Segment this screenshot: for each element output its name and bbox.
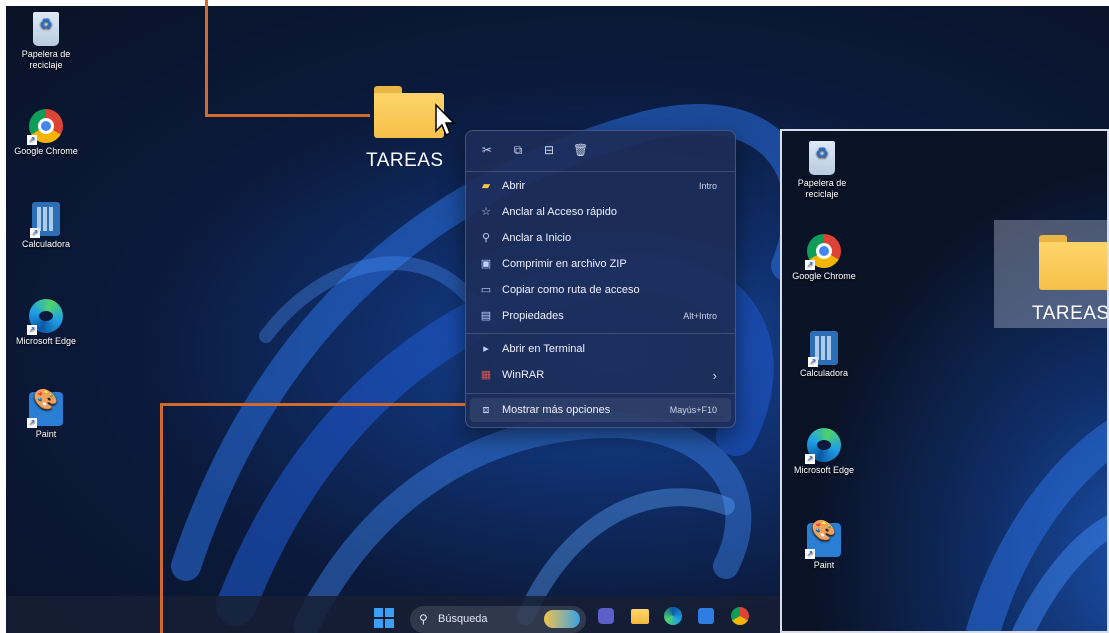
properties-icon: ▤: [480, 310, 492, 322]
context-menu: ✂ ⧉ ⊟ 🗑 ▰ Abrir Intro ☆ Anclar al Acceso…: [465, 130, 736, 428]
taskbar-search-box[interactable]: ⚲ Búsqueda: [410, 606, 586, 633]
shortcut-arrow-icon: ↗: [27, 135, 37, 145]
chrome-icon[interactable]: [731, 607, 749, 625]
teams-icon[interactable]: [598, 608, 614, 624]
menu-item-shortcut: Alt+Intro: [683, 311, 717, 321]
menu-item-copiar-ruta[interactable]: ▭ Copiar como ruta de acceso: [470, 278, 731, 302]
more-options-icon: ⧈: [482, 404, 490, 416]
desktop-icon-label: Papelera de reciclaje: [21, 49, 71, 70]
star-icon: ☆: [481, 206, 491, 218]
search-icon: ⚲: [419, 612, 428, 626]
menu-item-anclar-inicio[interactable]: ⚲ Anclar a Inicio: [470, 226, 731, 250]
menu-item-label: Mostrar más opciones: [502, 404, 611, 416]
chrome-icon: ↗: [27, 109, 63, 145]
desktop-icon-label: Google Chrome: [14, 146, 78, 156]
menu-item-label: WinRAR: [502, 369, 545, 381]
menu-item-anclar-acceso-rapido[interactable]: ☆ Anclar al Acceso rápido: [470, 200, 731, 224]
menu-item-abrir[interactable]: ▰ Abrir Intro: [470, 174, 731, 198]
menu-item-propiedades[interactable]: ▤ Propiedades Alt+Intro: [470, 304, 731, 328]
inset-desktop-view: TAREAS Papelera de reciclaje ↗ Google Ch…: [780, 129, 1109, 633]
desktop-icon-chrome[interactable]: ↗ Google Chrome: [6, 109, 86, 157]
calculator-icon: ↗: [30, 202, 60, 238]
rename-icon[interactable]: ⊟: [542, 143, 556, 157]
desktop-icon-paint[interactable]: ↗ Paint: [6, 392, 86, 440]
folder-open-icon: ▰: [481, 180, 491, 192]
search-placeholder: Búsqueda: [438, 613, 488, 625]
menu-item-winrar[interactable]: ▦ WinRAR ›: [470, 363, 731, 387]
terminal-icon: ▸: [483, 343, 489, 355]
menu-divider: [466, 171, 735, 172]
edge-icon[interactable]: [664, 607, 682, 625]
desktop-icon-edge[interactable]: ↗ Microsoft Edge: [6, 299, 86, 347]
pin-icon: ⚲: [481, 232, 491, 244]
mouse-cursor-icon: [435, 103, 456, 137]
start-icon[interactable]: [374, 608, 394, 628]
desktop-icon-calculator[interactable]: ↗ Calculadora: [6, 202, 86, 250]
menu-item-label: Comprimir en archivo ZIP: [502, 258, 627, 270]
menu-divider: [466, 333, 735, 334]
folder-label: TAREAS: [366, 150, 444, 171]
inset-wallpaper-bloom: [965, 420, 1107, 631]
file-explorer-icon[interactable]: [631, 609, 649, 624]
edge-icon: ↗: [27, 299, 63, 335]
menu-item-abrir-terminal[interactable]: ▸ Abrir en Terminal: [470, 337, 731, 361]
delete-icon[interactable]: 🗑: [573, 143, 588, 157]
paint-icon: ↗: [27, 392, 63, 428]
menu-item-comprimir-zip[interactable]: ▣ Comprimir en archivo ZIP: [470, 252, 731, 276]
callout-line: [160, 403, 163, 633]
menu-item-label: Abrir: [502, 180, 526, 192]
context-menu-quick-actions: ✂ ⧉ ⊟ 🗑: [480, 143, 588, 157]
menu-item-shortcut: Mayús+F10: [669, 405, 717, 415]
cut-icon[interactable]: ✂: [480, 143, 494, 157]
menu-item-label: Anclar al Acceso rápido: [502, 206, 617, 218]
shortcut-arrow-icon: ↗: [27, 325, 37, 335]
submenu-chevron-icon: ›: [712, 367, 717, 383]
shortcut-arrow-icon: ↗: [27, 418, 37, 428]
zip-icon: ▣: [480, 258, 492, 270]
callout-line: [160, 403, 465, 406]
menu-item-label: Abrir en Terminal: [502, 343, 585, 355]
path-icon: ▭: [480, 284, 492, 296]
desktop-icon-label: Microsoft Edge: [15, 336, 77, 346]
store-icon[interactable]: [698, 608, 714, 624]
menu-item-label: Copiar como ruta de acceso: [502, 284, 640, 296]
recycle-bin-icon: [33, 12, 59, 46]
menu-item-label: Propiedades: [502, 310, 564, 322]
menu-divider: [466, 393, 735, 394]
menu-item-shortcut: Intro: [698, 181, 717, 191]
menu-item-mostrar-mas-opciones[interactable]: ⧈ Mostrar más opciones Mayús+F10: [470, 398, 731, 422]
winrar-icon: ▦: [480, 369, 492, 381]
desktop-icon-recycle-bin[interactable]: Papelera de reciclaje: [6, 12, 86, 71]
menu-item-label: Anclar a Inicio: [502, 232, 572, 244]
copy-icon[interactable]: ⧉: [511, 143, 525, 157]
desktop-icon-label: Paint: [35, 429, 57, 439]
widgets-icon: [544, 610, 580, 628]
callout-line: [205, 0, 208, 117]
desktop-icon-label: Calculadora: [21, 239, 71, 249]
shortcut-arrow-icon: ↗: [30, 228, 40, 238]
callout-line: [205, 114, 370, 117]
